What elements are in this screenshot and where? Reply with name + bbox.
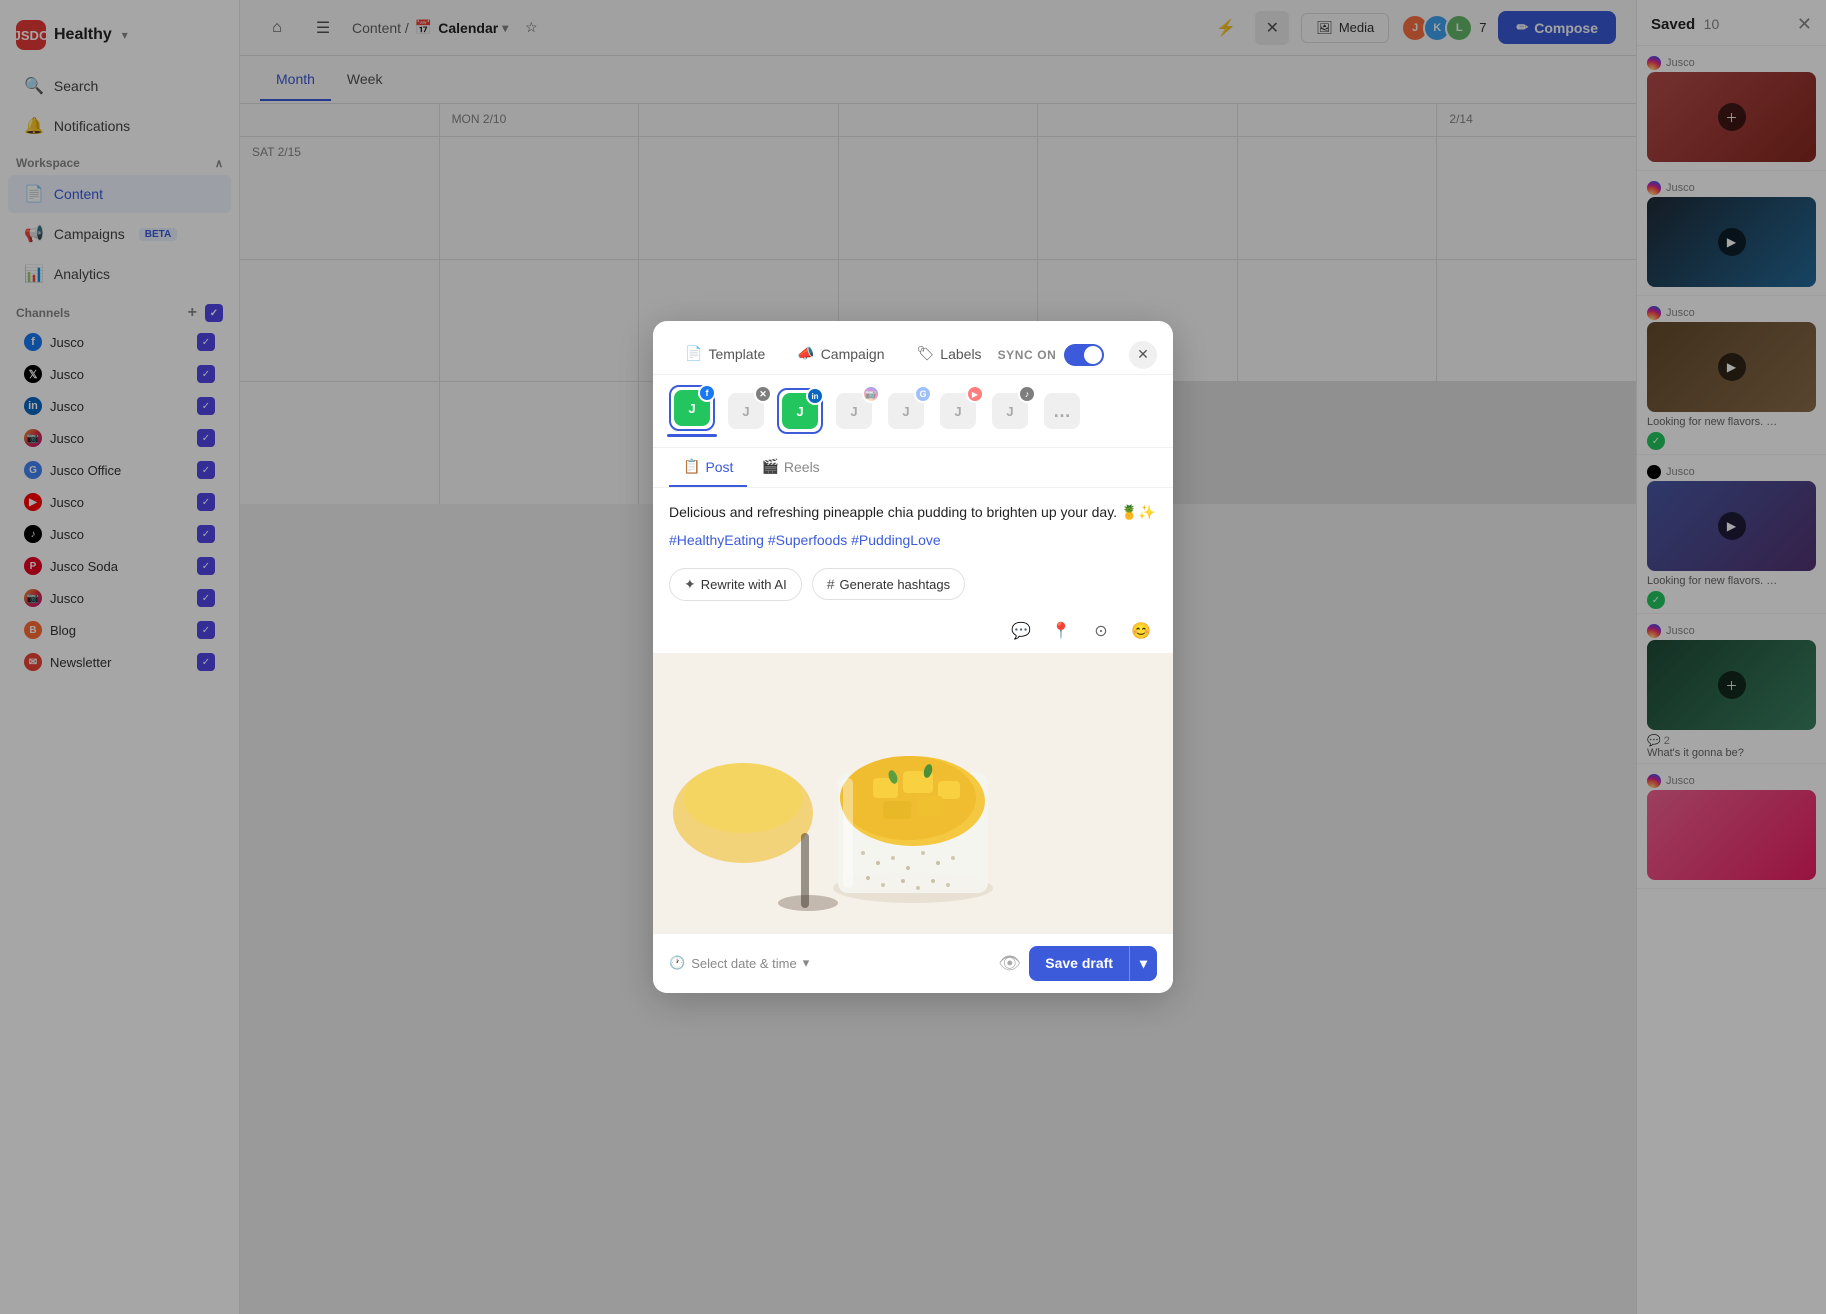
food-image-svg bbox=[653, 653, 1173, 933]
sync-area: SYNC ON bbox=[998, 344, 1105, 366]
content-tabs: 📋 Post 🎬 Reels bbox=[653, 448, 1173, 488]
generate-hashtags-button[interactable]: # Generate hashtags bbox=[812, 568, 965, 600]
x-badge: ✕ bbox=[754, 385, 772, 403]
li-letter: J bbox=[796, 404, 803, 419]
modal-close-button[interactable]: ✕ bbox=[1129, 341, 1157, 369]
tiktok-badge: ♪ bbox=[1018, 385, 1036, 403]
date-placeholder: Select date & time bbox=[691, 956, 797, 971]
modal-overlay: 📄 Template 📣 Campaign 🏷 Labels SYNC ON bbox=[0, 0, 1826, 1314]
platform-icon-wrap-ig[interactable]: J 📷 bbox=[831, 388, 877, 434]
preview-icon[interactable]: 👁 bbox=[998, 953, 1021, 974]
modal-header: 📄 Template 📣 Campaign 🏷 Labels SYNC ON bbox=[653, 321, 1173, 375]
yt-letter: J bbox=[954, 404, 961, 419]
emoji-button[interactable]: 😊 bbox=[1125, 615, 1157, 647]
save-draft-button[interactable]: Save draft ▾ bbox=[1029, 946, 1157, 981]
platform-icon-wrap-li: J in bbox=[777, 388, 823, 434]
platform-icon-wrap-yt[interactable]: J ▶ bbox=[935, 388, 981, 434]
tab-reels[interactable]: 🎬 Reels bbox=[747, 448, 833, 487]
platform-row: J f J ✕ J in bbox=[653, 375, 1173, 448]
platform-li-selected[interactable]: J in bbox=[775, 388, 825, 434]
ig-badge: 📷 bbox=[862, 385, 880, 403]
date-chevron-icon: ▾ bbox=[803, 955, 810, 971]
post-hashtags: #HealthyEating #Superfoods #PuddingLove bbox=[669, 530, 1157, 552]
modal-footer: 🕐 Select date & time ▾ 👁 Save draft ▾ bbox=[653, 933, 1173, 993]
rewrite-ai-button[interactable]: ✦ Rewrite with AI bbox=[669, 568, 802, 601]
tt-letter: J bbox=[1006, 404, 1013, 419]
save-draft-label: Save draft bbox=[1029, 946, 1129, 980]
post-text: Delicious and refreshing pineapple chia … bbox=[669, 502, 1157, 524]
youtube-badge: ▶ bbox=[966, 385, 984, 403]
ig-letter: J bbox=[850, 404, 857, 419]
modal-tabs: 📄 Template 📣 Campaign 🏷 Labels SYNC ON bbox=[669, 335, 1104, 374]
platform-more-icon: … bbox=[1044, 393, 1080, 429]
rewrite-ai-label: Rewrite with AI bbox=[701, 577, 787, 592]
hashtag-label: Generate hashtags bbox=[840, 577, 951, 592]
tag-button[interactable]: ⊙ bbox=[1085, 615, 1117, 647]
platform-selected-indicator bbox=[667, 434, 717, 437]
platform-icon-wrap-more[interactable]: … bbox=[1039, 388, 1085, 434]
campaign-label: Campaign bbox=[821, 346, 885, 362]
tab-labels[interactable]: 🏷 Labels bbox=[901, 335, 998, 374]
post-body[interactable]: Delicious and refreshing pineapple chia … bbox=[653, 488, 1173, 557]
tab-post[interactable]: 📋 Post bbox=[669, 448, 747, 487]
sync-toggle[interactable] bbox=[1064, 344, 1104, 366]
more-dots-icon: … bbox=[1053, 401, 1071, 422]
campaign-icon: 📣 bbox=[797, 345, 814, 362]
tab-campaign[interactable]: 📣 Campaign bbox=[781, 335, 900, 374]
location-button[interactable]: 📍 bbox=[1045, 615, 1077, 647]
reels-label: Reels bbox=[784, 459, 820, 475]
platform-icon-wrap-gg[interactable]: J G bbox=[883, 388, 929, 434]
platform-fb-selected[interactable]: J f bbox=[667, 385, 717, 437]
footer-right: 👁 Save draft ▾ bbox=[998, 946, 1157, 981]
post-image bbox=[653, 653, 1173, 933]
post-modal: 📄 Template 📣 Campaign 🏷 Labels SYNC ON bbox=[653, 321, 1173, 992]
facebook-badge: f bbox=[698, 384, 716, 402]
platform-icon-wrap-fb: J f bbox=[669, 385, 715, 431]
google-badge: G bbox=[914, 385, 932, 403]
editor-toolbar: 💬 📍 ⊙ 😊 bbox=[653, 611, 1173, 653]
platform-letter: J bbox=[688, 401, 695, 416]
platform-icon-wrap-tt[interactable]: J ♪ bbox=[987, 388, 1033, 434]
gg-letter: J bbox=[902, 404, 909, 419]
label-icon: 🏷 bbox=[917, 345, 935, 362]
sync-label: SYNC ON bbox=[998, 348, 1057, 362]
post-actions: ✦ Rewrite with AI # Generate hashtags bbox=[653, 558, 1173, 611]
clock-icon: 🕐 bbox=[669, 955, 685, 971]
template-label: Template bbox=[708, 346, 765, 362]
ai-icon: ✦ bbox=[684, 576, 696, 593]
labels-label: Labels bbox=[940, 346, 981, 362]
save-draft-chevron-icon[interactable]: ▾ bbox=[1129, 946, 1157, 981]
toggle-knob bbox=[1084, 346, 1102, 364]
post-label: Post bbox=[705, 459, 733, 475]
tab-template[interactable]: 📄 Template bbox=[669, 335, 781, 374]
linkedin-badge: in bbox=[806, 387, 824, 405]
comment-button[interactable]: 💬 bbox=[1005, 615, 1037, 647]
x-letter: J bbox=[742, 404, 749, 419]
platform-icon-wrap-x[interactable]: J ✕ bbox=[723, 388, 769, 434]
post-icon: 📋 bbox=[683, 458, 700, 475]
reels-icon: 🎬 bbox=[761, 458, 778, 475]
hashtag-icon: # bbox=[827, 576, 835, 592]
date-select[interactable]: 🕐 Select date & time ▾ bbox=[669, 955, 809, 971]
template-icon: 📄 bbox=[685, 345, 702, 362]
